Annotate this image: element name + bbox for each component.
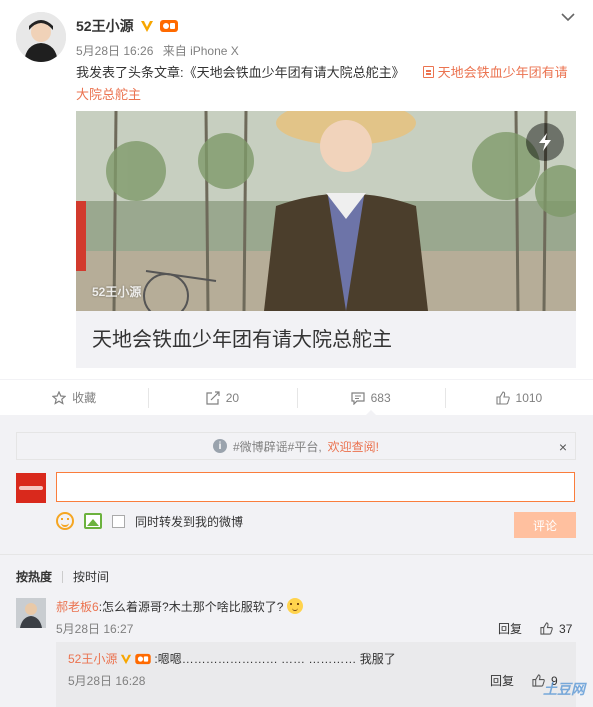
- author-row: 52王小源: [76, 16, 178, 36]
- thumbs-up-icon: [495, 390, 510, 405]
- favorite-label: 收藏: [72, 391, 97, 405]
- comment-panel: i #微博辟谣#平台, 欢迎查阅! × 同时转发到我的微博 评论 按热度 按时间 …: [0, 416, 593, 707]
- reply-item: 52王小源 :嗯嗯…………………… …… ………… 我服了 5月28日 16:2…: [56, 642, 576, 707]
- post-source: 来自 iPhone X: [162, 44, 239, 58]
- notice-link[interactable]: 欢迎查阅!: [328, 438, 379, 455]
- notice-text: #微博辟谣#平台,: [232, 439, 322, 454]
- shy-emoji-icon: [287, 598, 304, 614]
- article-card-title[interactable]: 天地会铁血少年团有请大院总舵主: [92, 323, 392, 352]
- comment-like-count: 37: [559, 621, 573, 636]
- verified-v-icon: [121, 654, 132, 664]
- article-icon: [422, 66, 434, 78]
- reply-body: :嗯嗯…………………… …… ………… 我服了: [154, 652, 396, 666]
- info-icon: i: [212, 439, 227, 453]
- comment-count: 683: [370, 390, 391, 405]
- reply-reply-button[interactable]: 回复: [490, 672, 514, 689]
- comment-time: 5月28日 16:27: [56, 622, 134, 636]
- flash-icon[interactable]: [526, 123, 564, 161]
- repost-button[interactable]: 20: [148, 380, 296, 415]
- star-icon: [52, 390, 67, 405]
- sort-divider: [62, 570, 64, 583]
- thumbs-up-icon: [540, 622, 553, 635]
- comment-text: 郝老板6:怎么着源哥?木土那个啥比服软了?: [56, 598, 304, 615]
- post-date[interactable]: 5月28日 16:26: [76, 44, 153, 58]
- comment-like-button[interactable]: 37: [540, 622, 572, 636]
- submit-comment-button[interactable]: 评论: [514, 512, 576, 538]
- repost-icon: [206, 390, 220, 405]
- author-name[interactable]: 52王小源: [76, 16, 134, 36]
- article-card[interactable]: 52王小源 天地会铁血少年团有请大院总舵主: [76, 111, 576, 368]
- author-avatar[interactable]: [16, 12, 66, 62]
- my-avatar[interactable]: [16, 473, 46, 503]
- comment-body: :怎么着源哥?木土那个啥比服软了?: [98, 600, 284, 614]
- repost-checkbox-label[interactable]: 同时转发到我的微博: [135, 513, 243, 530]
- like-count: 1010: [515, 390, 543, 405]
- action-bar: 收藏 20 683 1010: [0, 379, 593, 416]
- reply-time: 5月28日 16:28: [68, 674, 146, 688]
- like-button[interactable]: 1010: [444, 380, 593, 415]
- image-icon[interactable]: [84, 513, 102, 529]
- sort-bar: 按热度 按时间: [0, 554, 593, 598]
- comment-reply-button[interactable]: 回复: [498, 620, 522, 637]
- vip-level-icon[interactable]: [159, 19, 178, 33]
- comment-button[interactable]: 683: [296, 380, 445, 416]
- cover-watermark: 52王小源: [92, 285, 142, 299]
- comment-input[interactable]: [56, 472, 575, 502]
- reply-author-name[interactable]: 52王小源: [68, 650, 117, 667]
- emoji-icon[interactable]: [56, 512, 74, 530]
- post-text-prefix: 我发表了头条文章:《天地会铁血少年团有请大院总舵主》: [76, 65, 405, 80]
- comment-actions: 回复 37: [498, 620, 572, 637]
- comment-icon: [351, 391, 365, 405]
- article-cover-image[interactable]: [76, 111, 576, 311]
- sort-by-hot[interactable]: 按热度: [16, 568, 52, 585]
- rumor-notice: i #微博辟谣#平台, 欢迎查阅! ×: [16, 432, 576, 460]
- site-watermark: 土豆网: [543, 681, 585, 697]
- commenter-avatar[interactable]: [16, 598, 46, 628]
- comment-tools: 同时转发到我的微博: [56, 512, 243, 530]
- repost-checkbox[interactable]: [112, 514, 125, 528]
- weibo-post: 52王小源 5月28日 16:26 来自 iPhone X 我发表了头条文章:《…: [0, 0, 593, 378]
- commenter-name[interactable]: 郝老板6: [56, 600, 99, 614]
- sort-by-time[interactable]: 按时间: [73, 568, 109, 585]
- repost-count: 20: [225, 390, 240, 405]
- post-meta: 5月28日 16:26 来自 iPhone X: [76, 42, 239, 59]
- verified-v-icon[interactable]: [140, 19, 154, 33]
- chevron-down-icon[interactable]: [561, 12, 575, 22]
- favorite-button[interactable]: 收藏: [0, 380, 148, 415]
- reply-text: 52王小源 :嗯嗯…………………… …… ………… 我服了: [68, 650, 396, 667]
- close-icon[interactable]: ×: [559, 439, 567, 455]
- vip-level-icon: [135, 653, 152, 664]
- post-text: 我发表了头条文章:《天地会铁血少年团有请大院总舵主》 天地会铁血少年团有请大院总舵…: [76, 62, 576, 106]
